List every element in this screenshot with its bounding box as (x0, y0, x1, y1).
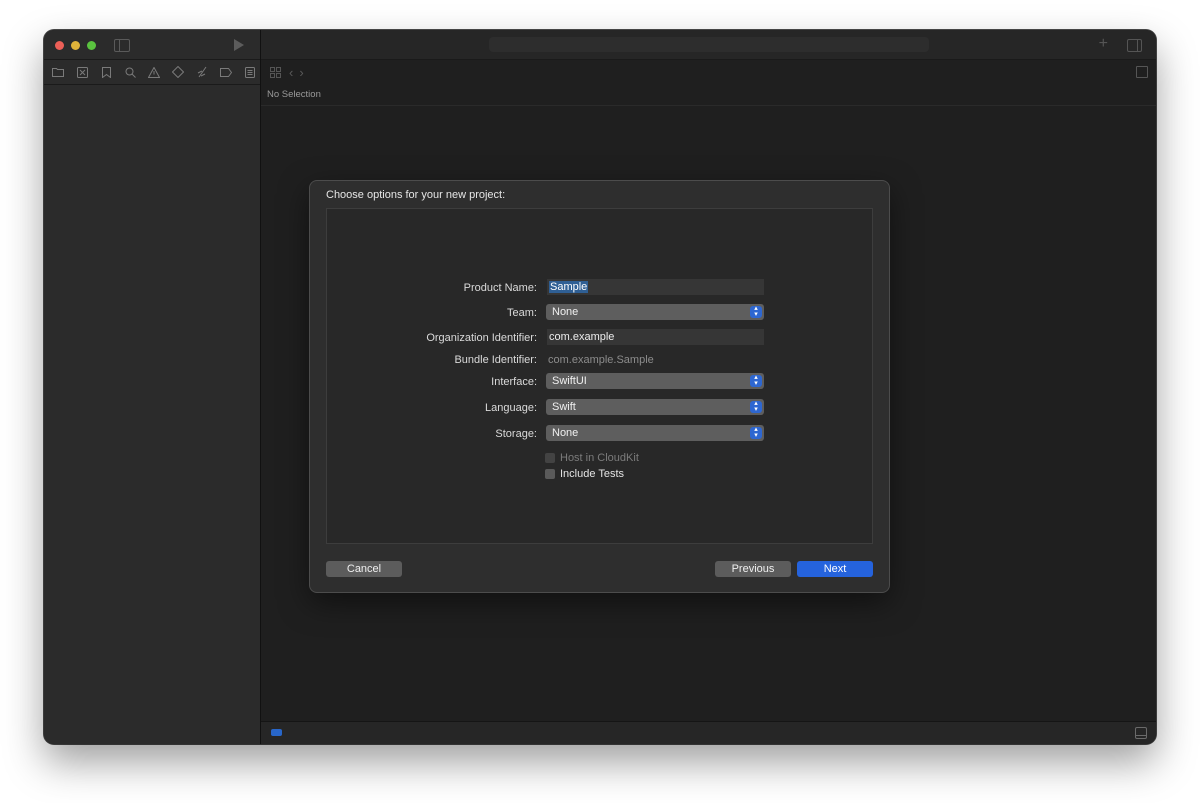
language-row: Language: Swift ▴ ▾ (327, 399, 872, 417)
debug-area-toggle-icon[interactable] (1135, 727, 1147, 739)
divider (261, 105, 1156, 106)
org-identifier-field[interactable]: com.example (547, 329, 764, 345)
org-identifier-row: Organization Identifier: com.example (327, 329, 872, 347)
breakpoint-icon[interactable] (218, 64, 234, 80)
interface-label: Interface: (491, 376, 537, 388)
no-selection-label: No Selection (267, 89, 321, 100)
interface-value: SwiftUI (552, 375, 587, 387)
run-icon[interactable] (234, 39, 244, 51)
team-label: Team: (507, 307, 537, 319)
cancel-button[interactable]: Cancel (326, 561, 402, 577)
storage-row: Storage: None ▴ ▾ (327, 425, 872, 443)
close-window-button[interactable] (55, 41, 64, 50)
inspector-toggle-icon[interactable] (1127, 39, 1142, 52)
debug-icon[interactable] (194, 64, 210, 80)
include-tests-option: Include Tests (545, 467, 624, 481)
previous-button[interactable]: Previous (715, 561, 791, 577)
traffic-lights (55, 41, 96, 50)
org-identifier-label: Organization Identifier: (426, 332, 537, 344)
back-chevron-icon[interactable]: ‹ (289, 65, 293, 80)
language-popup[interactable]: Swift ▴ ▾ (546, 399, 764, 415)
add-icon[interactable]: + (1099, 35, 1108, 53)
options-form: Product Name: Sample Team: None ▴ ▾ Organ… (326, 208, 873, 544)
minimize-window-button[interactable] (71, 41, 80, 50)
folder-icon[interactable] (50, 64, 66, 80)
bundle-identifier-value: com.example.Sample (548, 354, 654, 366)
popup-arrows-icon: ▴ ▾ (750, 374, 762, 387)
sidebar-toggle-icon[interactable] (114, 39, 130, 52)
team-value: None (552, 306, 579, 318)
report-icon[interactable] (242, 64, 258, 80)
search-icon[interactable] (122, 64, 138, 80)
filter-toggle-icon[interactable] (271, 729, 282, 736)
related-items-icon[interactable] (267, 65, 283, 81)
include-tests-label: Include Tests (560, 468, 625, 480)
storage-popup[interactable]: None ▴ ▾ (546, 425, 764, 441)
activity-view (489, 37, 929, 52)
bookmark-icon[interactable] (98, 64, 114, 80)
sidebar-titlebar (44, 30, 260, 59)
new-project-options-sheet: Choose options for your new project: Pro… (310, 181, 889, 592)
language-value: Swift (552, 401, 576, 413)
bundle-identifier-row: Bundle Identifier: com.example.Sample (327, 351, 872, 369)
include-tests-checkbox[interactable] (545, 469, 555, 479)
interface-row: Interface: SwiftUI ▴ ▾ (327, 373, 872, 391)
popup-arrows-icon: ▴ ▾ (750, 400, 762, 413)
navigator-tab-bar (44, 59, 260, 85)
debug-bar (261, 721, 1156, 744)
storage-value: None (552, 427, 579, 439)
host-in-cloudkit-option: Host in CloudKit (545, 451, 639, 465)
interface-popup[interactable]: SwiftUI ▴ ▾ (546, 373, 764, 389)
team-row: Team: None ▴ ▾ (327, 304, 872, 322)
toolbar: + (261, 30, 1156, 59)
storage-label: Storage: (495, 428, 537, 440)
forward-chevron-icon[interactable]: › (299, 65, 303, 80)
product-name-row: Product Name: Sample (327, 279, 872, 297)
popup-arrows-icon: ▴ ▾ (750, 426, 762, 439)
navigator-sidebar (44, 30, 261, 744)
popup-arrows-icon: ▴ ▾ (750, 305, 762, 318)
jump-bar: ‹ › (261, 59, 1156, 85)
product-name-label: Product Name: (463, 282, 537, 294)
host-in-cloudkit-label: Host in CloudKit (560, 452, 639, 464)
zoom-window-button[interactable] (87, 41, 96, 50)
warning-icon[interactable] (146, 64, 162, 80)
product-name-value: Sample (549, 281, 589, 293)
product-name-field[interactable]: Sample (547, 279, 764, 295)
sheet-title: Choose options for your new project: (326, 189, 506, 201)
team-popup[interactable]: None ▴ ▾ (546, 304, 764, 320)
language-label: Language: (485, 402, 537, 414)
source-control-icon[interactable] (74, 64, 90, 80)
bundle-identifier-label: Bundle Identifier: (454, 354, 537, 366)
split-editor-icon[interactable] (1136, 66, 1148, 78)
test-icon[interactable] (170, 64, 186, 80)
host-in-cloudkit-checkbox[interactable] (545, 453, 555, 463)
next-button[interactable]: Next (797, 561, 873, 577)
